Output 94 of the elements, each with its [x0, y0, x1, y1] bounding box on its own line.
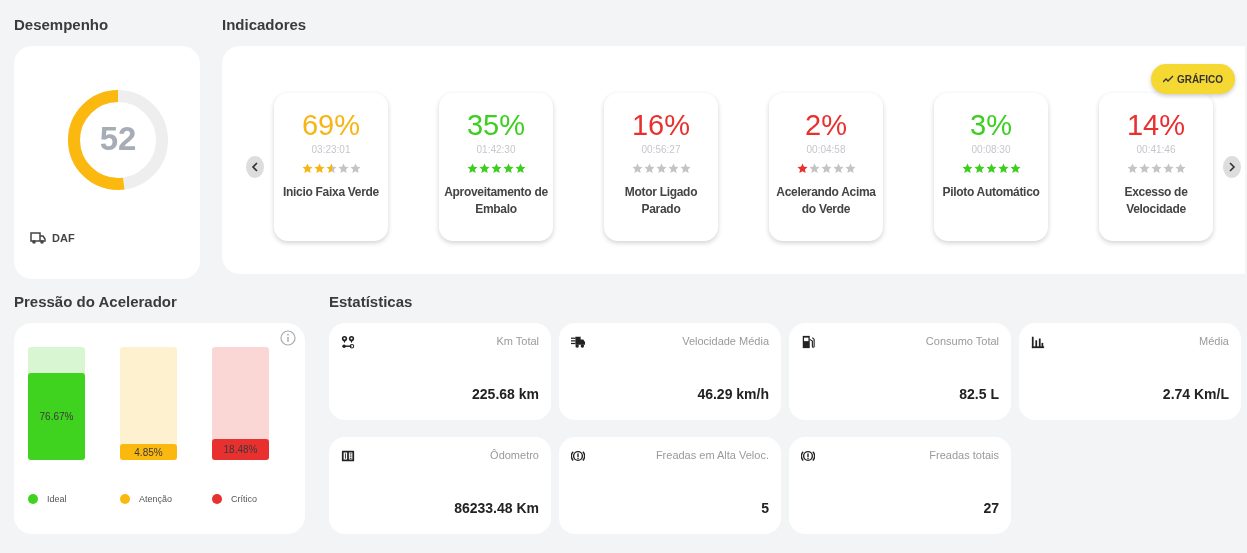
indicator-time: 00:56:27 — [641, 144, 681, 155]
star-icon — [478, 163, 490, 174]
indicator-label: Acelerando Acima do Verde — [775, 184, 877, 218]
bar-value: 76.67% — [39, 411, 74, 423]
star-icon — [997, 163, 1009, 174]
stat-value: 225.68 km — [471, 385, 539, 404]
indicator-card[interactable]: 2% 00:04:58 Acelerando Acima do Verde — [769, 93, 883, 241]
legend-label: Ideal — [47, 494, 67, 504]
trend-line-icon — [1162, 75, 1174, 83]
legend-label: Crítico — [231, 494, 257, 504]
star-icon — [796, 163, 808, 174]
star-icon — [973, 163, 985, 174]
truck-icon — [30, 232, 46, 244]
stat-value: 86233.48 Km — [453, 499, 539, 518]
odometer-icon — [341, 449, 355, 463]
route-pins-icon — [341, 335, 355, 349]
stat-label: Freadas em Alta Veloc. — [654, 449, 769, 463]
indicator-label: Excesso de Velocidade — [1123, 184, 1189, 218]
star-icon — [1162, 163, 1174, 174]
star-icon — [349, 163, 361, 174]
star-icon — [643, 163, 655, 174]
indicator-time: 01:42:30 — [476, 144, 516, 155]
next-button[interactable] — [1223, 156, 1241, 178]
star-icon — [1138, 163, 1150, 174]
indicator-label: Motor Ligado Parado — [623, 184, 699, 218]
indicator-card[interactable]: 14% 00:41:46 Excesso de Velocidade — [1099, 93, 1213, 241]
bar-chart-icon — [1031, 335, 1045, 349]
indicator-percent: 2% — [805, 109, 847, 141]
indicator-time: 03:23:01 — [311, 144, 351, 155]
star-icon — [337, 163, 349, 174]
star-icon — [667, 163, 679, 174]
star-icon — [490, 163, 502, 174]
stat-label: Freadas totais — [928, 449, 999, 463]
indicator-percent: 14% — [1126, 109, 1185, 141]
legend-label: Atenção — [139, 494, 173, 504]
indicator-card[interactable]: 69% 03:23:01 Inicio Faixa Verde — [274, 93, 388, 241]
star-icon — [832, 163, 844, 174]
previous-button[interactable] — [246, 156, 264, 178]
indicator-percent: 16% — [631, 109, 690, 141]
stat-label: Velocidade Média — [681, 335, 769, 349]
stat-label: Ôdometro — [489, 449, 539, 463]
indicator-percent: 3% — [970, 109, 1012, 141]
stat-label: Média — [1198, 335, 1229, 349]
stat-label: Km Total — [495, 335, 539, 349]
star-icon — [502, 163, 514, 174]
fuel-pump-icon — [801, 335, 815, 349]
star-icon — [844, 163, 856, 174]
indicator-label: Aproveitamento de Embalo — [443, 184, 549, 218]
indicator-label: Piloto Automático — [941, 184, 1041, 201]
indicator-card[interactable]: 3% 00:08:30 Piloto Automático — [934, 93, 1048, 241]
star-icon — [985, 163, 997, 174]
stat-value: 46.29 km/h — [696, 385, 769, 404]
brake-warning-icon — [801, 449, 815, 463]
section-title: Desempenho — [14, 16, 109, 34]
star-icon — [325, 163, 337, 174]
indicator-time: 00:08:30 — [971, 144, 1011, 155]
stat-value: 82.5 L — [958, 385, 999, 404]
star-icon — [466, 163, 478, 174]
star-icon — [679, 163, 691, 174]
star-icon — [1150, 163, 1162, 174]
star-icon — [1126, 163, 1138, 174]
section-title: Indicadores — [222, 16, 307, 34]
indicator-percent: 35% — [466, 109, 525, 141]
indicator-time: 00:04:58 — [806, 144, 846, 155]
chart-button[interactable]: GRÁFICO — [1150, 64, 1235, 94]
star-icon — [301, 163, 313, 174]
section-title: Pressão do Acelerador — [14, 293, 177, 311]
stat-value: 2.74 Km/L — [1161, 385, 1229, 404]
star-icon — [1009, 163, 1021, 174]
score-value: 52 — [98, 120, 138, 158]
star-icon — [820, 163, 832, 174]
indicator-card[interactable]: 35% 01:42:30 Aproveitamento de Embalo — [439, 93, 553, 241]
vehicle-name: DAF — [52, 232, 75, 244]
star-icon — [808, 163, 820, 174]
bar-value: 4.85% — [134, 446, 163, 458]
star-icon — [961, 163, 973, 174]
truck-icon — [571, 335, 585, 349]
indicator-label: Inicio Faixa Verde — [282, 184, 380, 201]
star-icon — [631, 163, 643, 174]
star-icon — [655, 163, 667, 174]
star-icon — [1174, 163, 1186, 174]
indicator-percent: 69% — [301, 109, 360, 141]
chevron-left-icon — [251, 162, 259, 172]
bar-value: 18.48% — [223, 444, 258, 456]
stat-value: 27 — [982, 499, 999, 518]
indicator-time: 00:41:46 — [1136, 144, 1176, 155]
star-icon — [514, 163, 526, 174]
indicator-card[interactable]: 16% 00:56:27 Motor Ligado Parado — [604, 93, 718, 241]
star-icon — [313, 163, 325, 174]
chevron-right-icon — [1228, 162, 1236, 172]
section-title: Estatísticas — [329, 293, 413, 311]
stat-label: Consumo Total — [924, 335, 999, 349]
brake-warning-icon — [571, 449, 585, 463]
stat-value: 5 — [760, 499, 769, 518]
